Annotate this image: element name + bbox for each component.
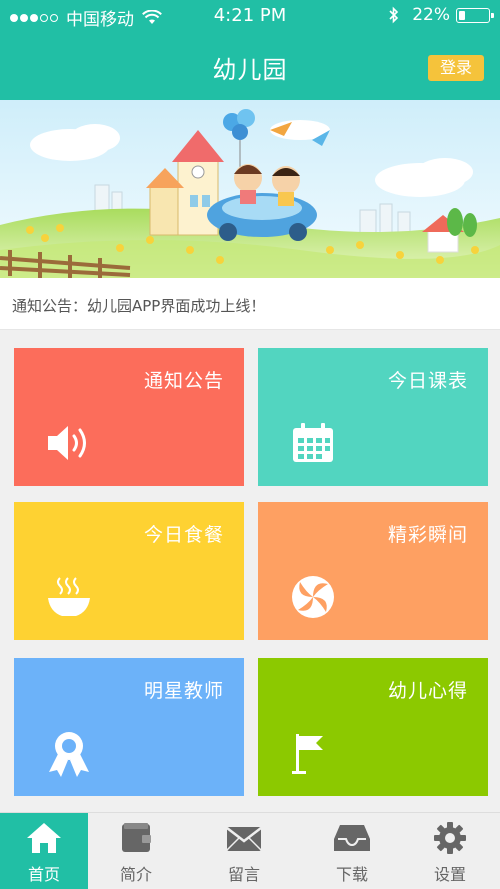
tile-label: 幼儿心得: [387, 680, 468, 702]
tile-reflections[interactable]: 幼儿心得: [258, 658, 488, 796]
calendar-icon: [293, 423, 333, 462]
speaker-icon: [48, 426, 86, 460]
tile-label: 今日课表: [387, 370, 468, 392]
tile-label: 精彩瞬间: [387, 524, 468, 546]
flag-icon: [292, 734, 323, 774]
tile-meal[interactable]: 今日食餐: [14, 502, 244, 640]
tab-label: 下载: [335, 865, 368, 884]
battery-icon: [456, 7, 494, 23]
tab-bar: 首页 简介 留言 下载 设置: [0, 812, 500, 889]
tab-message[interactable]: 留言: [200, 813, 288, 889]
tile-schedule[interactable]: 今日课表: [258, 348, 488, 486]
status-bar: 中国移动 4:21 PM 22%: [0, 0, 500, 32]
battery-percent: 22%: [412, 5, 450, 25]
notice-text: 通知公告：幼儿园APP界面成功上线！: [12, 297, 266, 315]
tab-intro[interactable]: 简介: [92, 813, 180, 889]
wallet-icon: [122, 823, 151, 852]
tile-moments[interactable]: 精彩瞬间: [258, 502, 488, 640]
tile-label: 明星教师: [143, 680, 224, 702]
tab-label: 设置: [433, 865, 466, 884]
home-icon: [27, 823, 61, 853]
notice-bar[interactable]: 通知公告：幼儿园APP界面成功上线！: [0, 278, 500, 330]
tab-label: 留言: [227, 865, 260, 884]
tile-notice[interactable]: 通知公告: [14, 348, 244, 486]
candy-icon: [292, 576, 334, 618]
tile-label: 通知公告: [143, 370, 224, 392]
page-title: 幼儿园: [212, 56, 288, 84]
tab-download[interactable]: 下载: [308, 813, 396, 889]
tab-home[interactable]: 首页: [0, 813, 88, 889]
mail-icon: [226, 827, 262, 851]
bowl-icon: [48, 577, 90, 616]
header-bar: 中国移动 4:21 PM 22% 幼儿园 登录: [0, 0, 500, 100]
banner-image: [0, 100, 500, 278]
tab-settings[interactable]: 设置: [406, 813, 494, 889]
bluetooth-icon: [389, 6, 399, 24]
tab-label: 首页: [27, 865, 60, 884]
gear-icon: [434, 822, 466, 854]
inbox-icon: [334, 825, 370, 851]
award-icon: [49, 732, 89, 777]
tab-label: 简介: [119, 865, 152, 884]
tile-label: 今日食餐: [143, 524, 224, 546]
tile-teachers[interactable]: 明星教师: [14, 658, 244, 796]
login-button[interactable]: 登录: [428, 55, 484, 81]
